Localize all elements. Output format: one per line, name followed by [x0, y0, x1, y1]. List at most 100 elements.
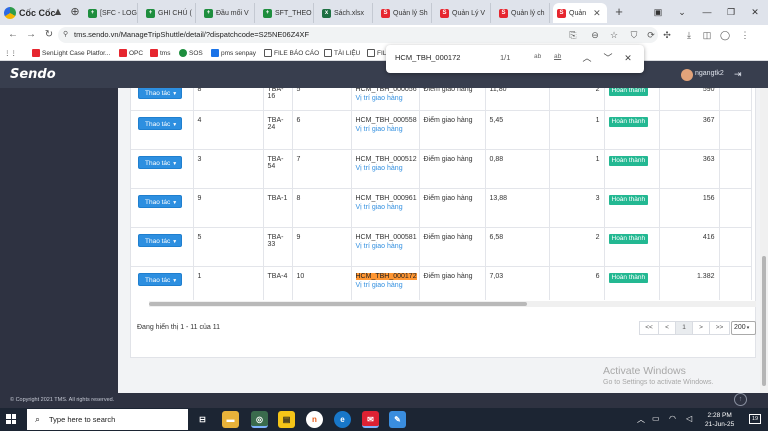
delivery-location-link[interactable]: Vị trí giao hàng [356, 126, 415, 133]
prev-page-button[interactable]: < [659, 321, 676, 335]
first-page-button[interactable]: << [639, 321, 659, 335]
taskbar-search[interactable]: ⌕ Type here to search [27, 409, 188, 430]
logout-icon[interactable]: ⇥ [734, 69, 742, 80]
new-tab-button[interactable]: + [612, 5, 626, 19]
stt-cell: 4 [193, 110, 264, 150]
profile-icon[interactable]: ◯ [718, 28, 732, 42]
scrollbar-thumb[interactable] [762, 256, 766, 386]
tab-ghi-chu[interactable]: + GHI CHÚ ( [142, 3, 196, 23]
last-page-button[interactable]: >> [710, 321, 730, 335]
bookmark-senlight[interactable]: SenLight Case Platfor... [32, 47, 110, 59]
action-dropdown-button[interactable]: Thao tác ▼ [138, 88, 182, 99]
menu-icon[interactable]: ⋮ [738, 28, 752, 42]
bookmark-tms[interactable]: tms [150, 47, 170, 59]
delivery-location-link[interactable]: Vị trí giao hàng [356, 204, 415, 211]
bookmark-pms-senpay[interactable]: pms senpay [211, 47, 256, 59]
drive-icon[interactable]: ▲ [51, 5, 65, 19]
bookmark-favicon-icon [150, 49, 158, 57]
find-next-icon[interactable]: ﹀ [601, 51, 615, 65]
tab-sfc-log[interactable]: + [SFC - LOG [84, 3, 138, 23]
sidebar-toggle-icon[interactable]: ◫ [700, 28, 714, 42]
site-info-icon[interactable]: ⚲ [63, 27, 68, 43]
coccoc-taskbar-icon[interactable]: ◎ [251, 411, 268, 428]
action-dropdown-button[interactable]: Thao tác ▼ [138, 116, 182, 130]
tab-quan-ly-v[interactable]: S Quản Lý V [436, 3, 491, 23]
action-dropdown-button[interactable]: Thao tác ▼ [138, 233, 182, 247]
start-button[interactable] [0, 408, 22, 431]
tray-overflow-icon[interactable]: ︿ [637, 414, 645, 425]
action-dropdown-button[interactable]: Thao tác ▼ [138, 194, 182, 208]
bookmark-sos[interactable]: SOS [179, 47, 203, 59]
scroll-top-icon[interactable]: ↑ [734, 393, 747, 406]
volume-icon[interactable]: ◁ [686, 414, 692, 423]
bookmark-star-icon[interactable]: ☆ [607, 28, 621, 42]
zoom-icon[interactable]: ⊖ [588, 28, 602, 42]
apps-icon[interactable]: ⋮⋮ [4, 47, 17, 59]
sheets-icon: + [204, 8, 213, 18]
quantity-cell: 2 [549, 88, 605, 111]
avatar[interactable] [681, 69, 693, 81]
minimize-icon[interactable]: — [700, 5, 714, 19]
find-previous-icon[interactable]: ︿ [580, 51, 594, 65]
tab-dau-moi[interactable]: + Đầu mối V [200, 3, 255, 23]
delivery-location-link[interactable]: Vị trí giao hàng [356, 243, 415, 250]
action-dropdown-button[interactable]: Thao tác ▼ [138, 155, 182, 169]
tab-list-icon[interactable]: ⌄ [675, 5, 689, 19]
reload-icon[interactable]: ↻ [42, 28, 56, 42]
whole-word-toggle[interactable]: ab [554, 53, 561, 60]
sendo-favicon-icon: S [440, 8, 449, 18]
horizontal-scrollbar[interactable] [149, 301, 756, 307]
tab-sft-theo[interactable]: + SFT_THEO [259, 3, 314, 23]
chrome-tab-icon[interactable]: ⊕ [68, 5, 82, 19]
notification-badge[interactable]: 19 [749, 414, 761, 424]
sticky-notes-icon[interactable]: ▤ [278, 411, 295, 428]
close-window-icon[interactable]: ✕ [748, 5, 762, 19]
bookmark-folder-file-bao-cao[interactable]: FILE BÁO CÁO [264, 47, 319, 59]
tab-quan-active[interactable]: S Quản ✕ [553, 3, 607, 23]
network-icon[interactable]: ▭ [652, 414, 660, 423]
find-close-icon[interactable]: ✕ [621, 51, 635, 65]
tab-search-icon[interactable]: ▣ [651, 5, 665, 19]
scrollbar-thumb[interactable] [149, 302, 527, 306]
extensions-icon[interactable]: ✣ [660, 28, 674, 42]
find-input[interactable]: HCM_TBH_000172 [395, 53, 460, 62]
tab-quan-ly-ch[interactable]: S Quản lý ch [495, 3, 550, 23]
edge-icon[interactable]: e [334, 411, 351, 428]
system-clock[interactable]: 2:28 PM 21-Jun-25 [705, 411, 734, 429]
app-icon[interactable]: n [306, 411, 323, 428]
download-icon[interactable]: ⤓ [682, 28, 696, 42]
chat-app-icon[interactable]: ✉ [362, 411, 379, 428]
sendo-logo[interactable]: Sendo [10, 67, 56, 82]
next-page-button[interactable]: > [693, 321, 710, 335]
page-size-select[interactable]: 200▾ [731, 321, 756, 335]
vertical-scrollbar[interactable] [760, 88, 768, 393]
action-cell: Thao tác ▼ [131, 149, 194, 189]
username[interactable]: ngangtk2 [695, 70, 724, 77]
tab-sach-xlsx[interactable]: x Sách.xlsx [318, 3, 373, 23]
back-icon[interactable]: ← [6, 28, 20, 42]
action-dropdown-button[interactable]: Thao tác ▼ [138, 272, 182, 286]
wifi-icon[interactable]: ◠ [669, 414, 676, 423]
bookmark-folder-fil[interactable]: FIL [367, 47, 386, 59]
refresh-extension-icon[interactable]: ⟳ [644, 28, 658, 42]
close-tab-icon[interactable]: ✕ [593, 8, 601, 19]
page-button-current[interactable]: 1 [676, 321, 693, 335]
browser-brand[interactable]: Cốc Cốc [4, 6, 56, 20]
tab-quan-ly-sh[interactable]: S Quản lý Sh [377, 3, 432, 23]
file-explorer-icon[interactable]: ▬ [222, 411, 239, 428]
forward-icon[interactable]: → [24, 28, 38, 42]
translate-icon[interactable]: ⎘ [566, 28, 580, 42]
delivery-location-link[interactable]: Vị trí giao hàng [356, 282, 415, 289]
shield-icon[interactable]: ⛉ [627, 28, 641, 42]
delivery-location-link[interactable]: Vị trí giao hàng [356, 165, 415, 172]
bookmark-opc[interactable]: OPC [119, 47, 143, 59]
delivery-location-link[interactable]: Vị trí giao hàng [356, 95, 415, 102]
status-badge: Hoàn thành [608, 272, 649, 283]
action-cell: Thao tác ▼ [131, 110, 194, 150]
restore-icon[interactable]: ❐ [724, 5, 738, 19]
notepad-icon[interactable]: ✎ [389, 411, 406, 428]
match-case-toggle[interactable]: ab [534, 53, 541, 60]
task-view-icon[interactable]: ⊟ [194, 411, 211, 428]
bookmark-label: FIL [377, 49, 387, 57]
bookmark-folder-tai-lieu[interactable]: TÀI LIỆU [324, 47, 360, 59]
